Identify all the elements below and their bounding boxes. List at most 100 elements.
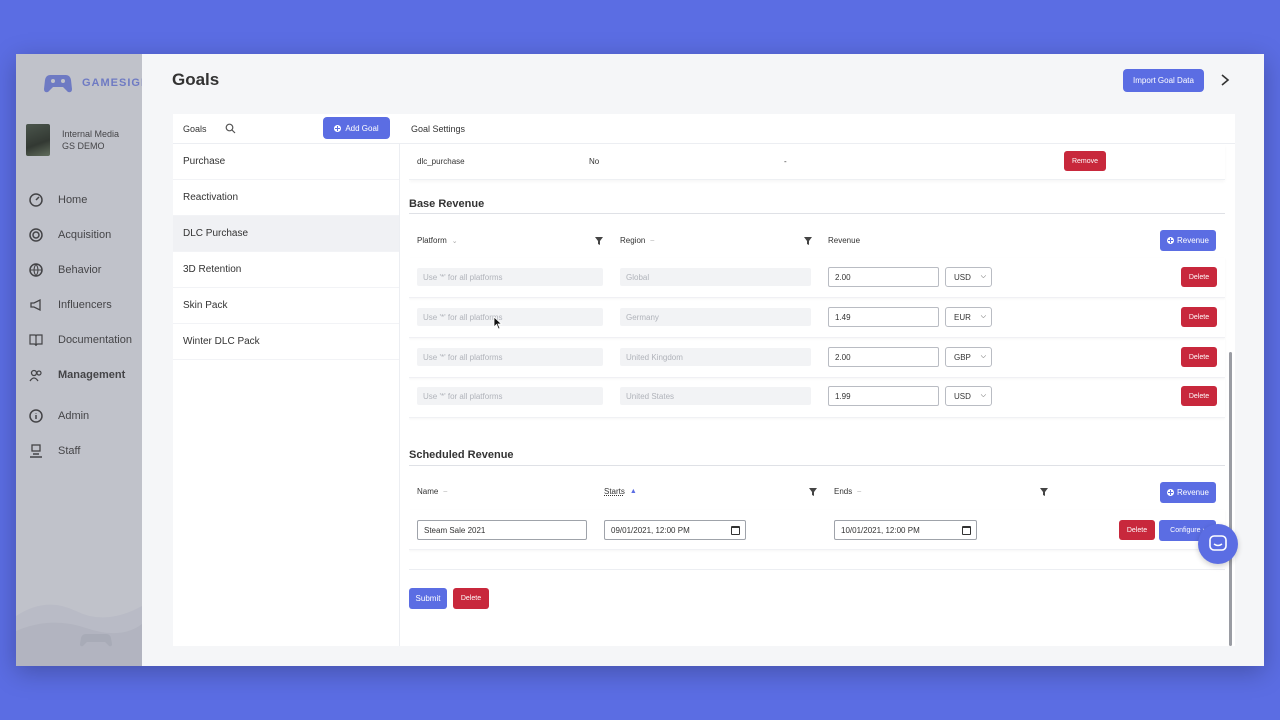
event-row: dlc_purchase No - Remove [409,144,1225,180]
remove-event-button[interactable]: Remove [1064,151,1106,171]
goal-item-purchase[interactable]: Purchase [173,144,399,180]
delete-goal-button[interactable]: Delete [453,588,489,609]
table-row: Steam Sale 2021 09/01/2021, 12:00 PM 10/… [409,510,1225,550]
goal-item-skin-pack[interactable]: Skin Pack [173,288,399,324]
revenue-input[interactable]: 2.00 [828,267,939,287]
column-header-starts[interactable]: Starts ▲ [604,487,637,496]
divider [409,213,1225,214]
goals-toolbar: Goals Add Goal Goal Settings [173,114,1235,144]
calendar-icon[interactable] [962,526,971,535]
column-header-revenue: Revenue [828,236,860,245]
search-icon[interactable] [225,123,236,134]
region-input[interactable]: Global [620,268,811,286]
table-row: Use '*' for all platforms Global 2.00 US… [409,258,1225,298]
delete-row-button[interactable]: Delete [1181,347,1217,367]
sort-icon: – [650,237,655,244]
currency-value: USD [954,391,971,401]
delete-row-button[interactable]: Delete [1181,307,1217,327]
sort-icon: – [443,488,448,495]
base-revenue-title: Base Revenue [409,198,485,210]
table-row: Use '*' for all platforms Germany 1.49 E… [409,298,1225,338]
revenue-input[interactable]: 2.00 [828,347,939,367]
platform-input[interactable]: Use '*' for all platforms [417,268,603,286]
goal-list: Purchase Reactivation DLC Purchase 3D Re… [173,144,400,646]
currency-select[interactable]: GBP ⌵ [945,347,992,367]
chat-launcher-button[interactable] [1198,524,1238,564]
start-datetime-value: 09/01/2021, 12:00 PM [611,525,690,535]
delete-row-button[interactable]: Delete [1119,520,1155,540]
goals-card: Goals Add Goal Goal Settings Purchase Re… [173,114,1235,646]
chat-icon [1209,535,1227,551]
table-row: Use '*' for all platforms United States … [409,378,1225,418]
main-content: Goals Import Goal Data Goals Add Goal Go… [142,54,1264,666]
plus-circle-icon [1166,489,1174,496]
chevron-down-icon: ⌵ [980,353,986,360]
currency-select[interactable]: USD ⌵ [945,267,992,287]
column-header-label: Revenue [828,236,861,245]
add-base-revenue-button[interactable]: Revenue [1160,230,1216,251]
end-datetime-input[interactable]: 10/01/2021, 12:00 PM [834,520,977,540]
column-header-label: Platform [417,236,447,245]
filter-icon[interactable] [595,237,603,245]
event-flag: No [589,157,600,166]
currency-value: EUR [954,312,971,322]
region-input[interactable]: United States [620,387,811,405]
currency-select[interactable]: EUR ⌵ [945,307,992,327]
add-revenue-label: Revenue [1176,236,1210,245]
chevron-down-icon: ⌵ [980,313,986,320]
column-header-platform[interactable]: Platform ⌄ [417,236,458,245]
region-input[interactable]: United Kingdom [620,348,811,366]
currency-value: USD [954,272,971,282]
goal-item-dlc-purchase[interactable]: DLC Purchase [173,216,399,252]
start-datetime-input[interactable]: 09/01/2021, 12:00 PM [604,520,746,540]
region-input[interactable]: Germany [620,308,811,326]
table-row: Use '*' for all platforms United Kingdom… [409,338,1225,378]
revenue-input[interactable]: 1.49 [828,307,939,327]
column-header-name[interactable]: Name – [417,487,447,496]
filter-icon[interactable] [1040,488,1048,496]
app-window: GAMESIGHT Internal Media GS DEMO Home Ac… [16,54,1264,666]
plus-circle-icon [334,124,342,132]
chevron-right-icon[interactable] [1218,72,1232,88]
scrollbar[interactable] [1229,352,1232,646]
sort-ascending-icon: ▲ [629,488,637,495]
column-header-region[interactable]: Region – [620,236,654,245]
chevron-down-icon: ⌄ [451,237,458,245]
sort-icon: – [857,488,862,495]
delete-row-button[interactable]: Delete [1181,267,1217,287]
schedule-name-input[interactable]: Steam Sale 2021 [417,520,587,540]
calendar-icon[interactable] [731,526,740,535]
mouse-cursor-icon [493,316,503,330]
column-header-label: Name [417,487,439,496]
column-header-label: Starts [604,487,625,496]
add-goal-button[interactable]: Add Goal [323,117,390,139]
goal-item-winter-dlc-pack[interactable]: Winter DLC Pack [173,324,399,360]
page-title: Goals [172,70,220,89]
import-goal-data-button[interactable]: Import Goal Data [1123,69,1204,92]
add-goal-label: Add Goal [345,123,379,133]
sidebar: GAMESIGHT Internal Media GS DEMO Home Ac… [16,54,142,666]
platform-input[interactable]: Use '*' for all platforms [417,348,603,366]
delete-row-button[interactable]: Delete [1181,386,1217,406]
goal-item-3d-retention[interactable]: 3D Retention [173,252,399,288]
column-header-label: Region [620,236,646,245]
end-datetime-value: 10/01/2021, 12:00 PM [841,525,920,535]
goals-label: Goals [183,124,207,134]
sidebar-dim-overlay [16,54,142,666]
revenue-input[interactable]: 1.99 [828,386,939,406]
platform-input[interactable]: Use '*' for all platforms [417,308,603,326]
divider [409,465,1225,466]
platform-input[interactable]: Use '*' for all platforms [417,387,603,405]
currency-select[interactable]: USD ⌵ [945,386,992,406]
filter-icon[interactable] [804,237,812,245]
goal-item-reactivation[interactable]: Reactivation [173,180,399,216]
goal-detail-panel: dlc_purchase No - Remove Base Revenue Pl… [409,144,1235,646]
chevron-down-icon: ⌵ [980,392,986,399]
add-scheduled-revenue-button[interactable]: Revenue [1160,482,1216,503]
column-header-ends[interactable]: Ends – [834,487,861,496]
divider [409,569,1225,570]
submit-button[interactable]: Submit [409,588,447,609]
filter-icon[interactable] [809,488,817,496]
chevron-down-icon: ⌵ [980,273,986,280]
tab-goal-settings[interactable]: Goal Settings [411,124,465,134]
